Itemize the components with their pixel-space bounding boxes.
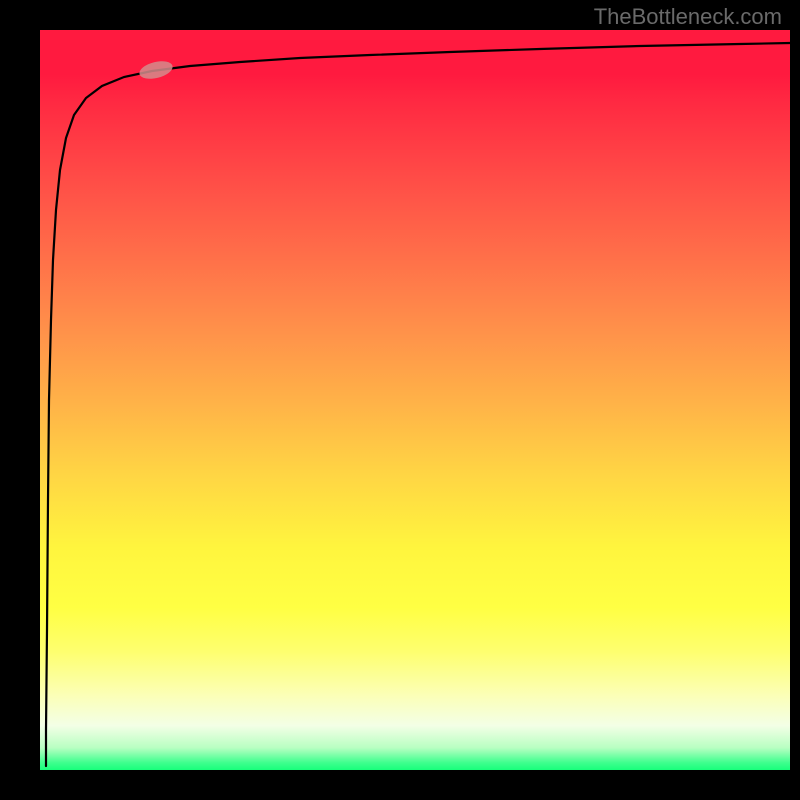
watermark-text: TheBottleneck.com [594, 4, 782, 30]
bottleneck-curve-line [46, 43, 790, 766]
chart-svg [40, 30, 790, 770]
current-point-marker [138, 58, 175, 82]
chart-plot-area [40, 30, 790, 770]
